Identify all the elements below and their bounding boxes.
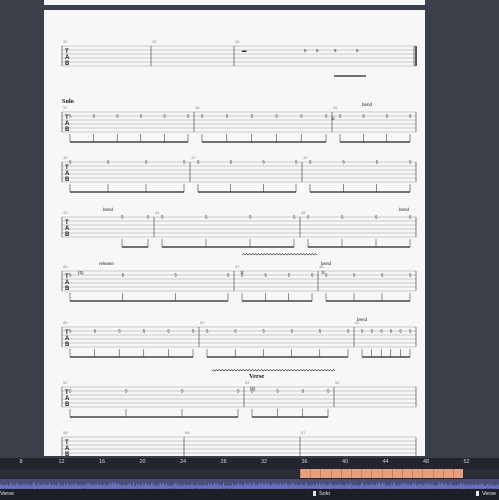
bar-tick-label: 36 xyxy=(301,459,308,465)
tab-label-b: B xyxy=(65,127,70,133)
vibrato-line xyxy=(211,369,336,372)
bar-number: 50 xyxy=(200,320,205,325)
selected-bar-cell[interactable] xyxy=(453,469,464,478)
previous-page-edge xyxy=(44,0,425,5)
bar-number: 52 xyxy=(63,380,68,385)
section-label-solo: Solo xyxy=(62,98,74,105)
tab-notation: TAB34 35 36▬ 5 5 5 5TAB37 38 39Solo5 5 5 5 5 5 5 5 5 5 5 5 5… xyxy=(61,39,417,456)
selected-bar-cell[interactable] xyxy=(310,469,321,478)
selected-bar-cell[interactable] xyxy=(300,469,311,478)
bar-number: 41 xyxy=(191,155,196,160)
bar-tick-label: 48 xyxy=(422,459,430,465)
tab-label-b: B xyxy=(65,286,70,292)
annotation-bend: bend xyxy=(362,102,373,107)
bar-number: 38 xyxy=(195,105,200,110)
bar-number: 46 xyxy=(63,264,68,269)
selected-bar-cell[interactable] xyxy=(320,469,331,478)
annotation-bend: bend xyxy=(399,207,410,212)
bar-number: 35 xyxy=(152,39,157,44)
bar-number: 43 xyxy=(63,210,68,215)
selected-bar-cell[interactable] xyxy=(361,469,372,478)
selected-bar-cell[interactable] xyxy=(330,469,341,478)
bar-tick-label: 52 xyxy=(463,459,470,465)
tab-label-b: B xyxy=(65,61,70,67)
bar-tick-label: 28 xyxy=(220,459,227,465)
rest-symbol: ▬ xyxy=(242,48,247,53)
section-label-verse: Verse xyxy=(249,373,264,380)
bar-number: 45 xyxy=(301,210,306,215)
fret-parenthesized: (5) xyxy=(250,386,256,391)
tab-label-b: B xyxy=(65,452,70,456)
marker-label: Solo xyxy=(319,491,331,497)
bar-tick-label: 24 xyxy=(179,459,187,465)
bar-tick-label: 40 xyxy=(341,459,349,465)
section-marker-bar: Verse Solo Verse xyxy=(0,489,499,500)
timeline-panel[interactable]: 8 12 16 20 24 28 32 36 40 44 48 52 Verse Solo Verse xyxy=(0,458,499,500)
annotation-bend: bend xyxy=(321,261,332,266)
bar-tick-label: 44 xyxy=(382,459,389,465)
marker-solo[interactable]: Solo xyxy=(313,491,330,497)
annotation-bend: bend xyxy=(103,207,114,212)
bar-number: 54 xyxy=(335,380,340,385)
track-lane[interactable] xyxy=(0,469,499,478)
selected-bar-cell[interactable] xyxy=(432,469,443,478)
bar-number: 34 xyxy=(63,39,68,44)
selected-bar-cell[interactable] xyxy=(391,469,402,478)
selected-bar-cell[interactable] xyxy=(371,469,382,478)
selected-bar-cell[interactable] xyxy=(340,469,351,478)
tab-label-b: B xyxy=(65,177,70,183)
bar-number: 53 xyxy=(245,380,250,385)
bar-number: 56 xyxy=(185,430,190,435)
tab-label-b: B xyxy=(65,342,70,348)
bar-tick-label: 16 xyxy=(98,459,106,465)
selected-bar-cell[interactable] xyxy=(442,469,453,478)
waveform[interactable] xyxy=(0,479,499,492)
bar-number: 42 xyxy=(303,155,308,160)
fret-number: 5 xyxy=(356,48,359,53)
tab-label-b: B xyxy=(65,232,70,238)
score-page[interactable]: T A B 34 35 36 ▬ 5 5 5 5 T A B 37 38 39 Solo 5 5 5 5 5 5 5 5 5 5 5 5 5… xyxy=(44,10,425,456)
selected-bar-cell[interactable] xyxy=(412,469,423,478)
selected-bar-cell[interactable] xyxy=(381,469,392,478)
bar-number: 55 xyxy=(63,430,68,435)
fret-parenthesized: (5) xyxy=(78,270,84,275)
marker-label: Verse xyxy=(0,491,15,497)
marker-verse-end[interactable]: Verse xyxy=(476,491,496,497)
tab-label-b: B xyxy=(65,402,70,408)
bar-tick-label: 8 xyxy=(19,459,23,465)
bar-tick-label: 20 xyxy=(139,459,146,465)
selected-bar-cell[interactable] xyxy=(402,469,413,478)
bar-number: 37 xyxy=(63,105,68,110)
fret-number: 5 xyxy=(316,48,319,53)
bar-number: 39 xyxy=(333,105,338,110)
bar-number: 57 xyxy=(301,430,306,435)
bar-number: 49 xyxy=(63,320,68,325)
marker-label: Verse xyxy=(482,491,497,497)
marker-verse-start[interactable]: Verse xyxy=(0,491,14,497)
bar-ruler[interactable]: 8 12 16 20 24 28 32 36 40 44 48 52 xyxy=(0,458,499,468)
fret-number: 5 xyxy=(334,48,337,53)
selected-bar-cell[interactable] xyxy=(422,469,433,478)
bar-tick-label: 12 xyxy=(58,459,65,465)
bar-number: 36 xyxy=(235,39,240,44)
vibrato-line xyxy=(241,253,318,256)
bar-number: 47 xyxy=(235,264,240,269)
bar-tick-label: 32 xyxy=(260,459,268,465)
flag-icon xyxy=(476,491,479,496)
fret-number: 5 xyxy=(304,48,307,53)
annotation-release: release xyxy=(99,261,114,266)
annotation-bend: bend xyxy=(357,317,368,322)
flag-icon xyxy=(313,491,316,496)
bar-number: 40 xyxy=(63,155,68,160)
bar-number: 44 xyxy=(155,210,160,215)
selected-bar-cell[interactable] xyxy=(351,469,362,478)
